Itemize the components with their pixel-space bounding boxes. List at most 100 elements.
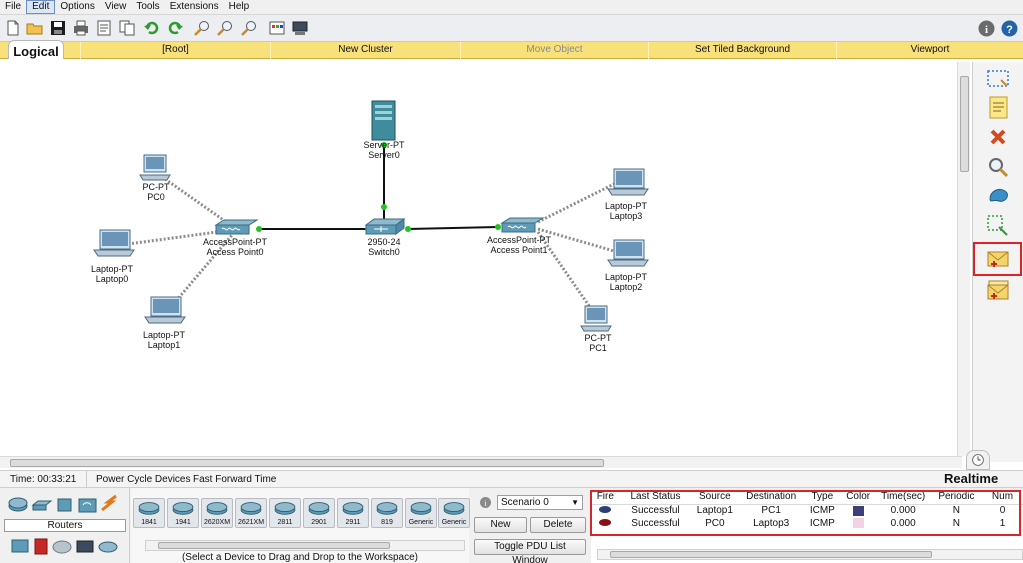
status-divider (86, 471, 87, 489)
device-list-scrollbar[interactable] (145, 540, 465, 551)
device-list-scroll-thumb[interactable] (158, 542, 390, 549)
hubs-category-icon[interactable] (57, 498, 72, 512)
multiuser-category-icon[interactable] (98, 541, 118, 553)
routers-category-icon[interactable] (8, 497, 28, 512)
vertical-scroll-thumb[interactable] (960, 76, 969, 172)
inspect-icon[interactable] (985, 154, 1011, 180)
device-category-icons[interactable] (0, 490, 130, 518)
pc0-label: PC-PT PC0 (142, 182, 170, 202)
zoom-in-icon[interactable] (193, 19, 211, 37)
laptop2-label: Laptop-PT Laptop2 (604, 272, 648, 292)
device-model-2621xm[interactable]: 2621XM (235, 498, 267, 528)
router-generic-icon (410, 502, 432, 515)
device-model-2620xm[interactable]: 2620XM (201, 498, 233, 528)
router-2620xm-icon (206, 502, 228, 515)
menu-options[interactable]: Options (55, 0, 99, 14)
device-category-label: Routers (4, 519, 126, 532)
laptop0-label: Laptop-PT Laptop0 (90, 264, 134, 284)
set-tiled-background-button[interactable]: Set Tiled Background (648, 42, 836, 59)
common-tools-bar (972, 62, 1023, 462)
draw-shape-icon[interactable] (985, 183, 1011, 209)
realtime-mode-label: Realtime (944, 471, 999, 486)
scenario-select[interactable]: Scenario 0 ▼ (497, 495, 583, 510)
toggle-pdu-list-button[interactable]: Toggle PDU List Window (474, 539, 586, 563)
laptop0-icon[interactable] (93, 229, 135, 257)
packet-tracer-window: File Edit Options View Tools Extensions … (0, 0, 1023, 563)
switches-category-icon[interactable] (31, 500, 53, 511)
laptop3-icon[interactable] (607, 168, 649, 196)
menu-help[interactable]: Help (224, 0, 255, 14)
device-model-generic-1[interactable]: Generic (405, 498, 437, 528)
pc0-icon[interactable] (139, 154, 171, 181)
device-model-2811[interactable]: 2811 (269, 498, 301, 528)
custom-device-icon[interactable] (291, 19, 309, 37)
wan-emulation-category-icon[interactable] (52, 540, 72, 554)
menu-view[interactable]: View (100, 0, 132, 14)
add-complex-pdu-icon[interactable] (985, 277, 1011, 303)
copy-icon[interactable] (118, 19, 136, 37)
device-subcategory-icons[interactable] (0, 536, 130, 558)
pdu-list-scroll-thumb[interactable] (610, 551, 932, 558)
add-simple-pdu-icon[interactable] (985, 246, 1011, 272)
root-button[interactable]: [Root] (80, 42, 270, 59)
device-model-generic-2[interactable]: Generic (438, 498, 470, 528)
device-hint: (Select a Device to Drag and Drop to the… (181, 552, 419, 563)
delete-scenario-button[interactable]: Delete (530, 517, 586, 533)
workspace-horizontal-scrollbar[interactable] (0, 456, 962, 468)
router-2901-icon (308, 502, 330, 515)
select-icon[interactable] (985, 66, 1011, 92)
zoom-out-icon[interactable] (240, 19, 258, 37)
pdu-list-scrollbar[interactable] (597, 549, 1023, 560)
new-scenario-button[interactable]: New (474, 517, 527, 533)
server0-icon[interactable] (371, 100, 396, 141)
undo-icon[interactable] (143, 19, 161, 37)
note-icon[interactable] (985, 94, 1011, 120)
custom-devices-category-icon[interactable] (76, 540, 94, 553)
viewport-button[interactable]: Viewport (836, 42, 1023, 59)
realtime-clock-icon[interactable] (966, 450, 990, 470)
fast-forward-time-button[interactable]: Fast Forward Time (193, 474, 276, 485)
scenario-info-icon[interactable]: i (479, 496, 492, 509)
device-model-1941[interactable]: 1941 (167, 498, 199, 528)
switch0-icon[interactable] (364, 218, 406, 235)
laptop2-icon[interactable] (607, 239, 649, 267)
pc1-icon[interactable] (580, 305, 612, 332)
delete-icon[interactable] (985, 124, 1011, 150)
laptop1-icon[interactable] (144, 296, 186, 324)
router-819-icon (376, 502, 398, 515)
redo-icon[interactable] (166, 19, 184, 37)
access-point1-icon[interactable] (500, 217, 545, 233)
palette-icon[interactable] (268, 19, 286, 37)
device-model-2911[interactable]: 2911 (337, 498, 369, 528)
pc1-label: PC-PT PC1 (584, 333, 612, 353)
menu-tools[interactable]: Tools (131, 0, 164, 14)
connections-category-icon[interactable] (101, 494, 117, 512)
print-icon[interactable] (72, 19, 90, 37)
new-file-icon[interactable] (4, 19, 22, 37)
menu-edit[interactable]: Edit (26, 0, 56, 14)
new-cluster-button[interactable]: New Cluster (270, 42, 460, 59)
main-toolbar: i ? (0, 15, 1023, 42)
end-devices-category-icon[interactable] (11, 539, 29, 553)
access-point0-icon[interactable] (214, 219, 259, 235)
device-model-2901[interactable]: 2901 (303, 498, 335, 528)
power-cycle-devices-button[interactable]: Power Cycle Devices (96, 474, 190, 485)
switch0-label: 2950-24 Switch0 (367, 237, 401, 257)
activity-wizard-icon[interactable] (95, 19, 113, 37)
router-2911-icon (342, 502, 364, 515)
resize-icon[interactable] (985, 213, 1011, 239)
horizontal-scroll-thumb[interactable] (10, 459, 604, 467)
open-folder-icon[interactable] (26, 19, 44, 37)
device-model-1841[interactable]: 1841 (133, 498, 165, 528)
help-icon[interactable]: ? (1000, 19, 1019, 38)
info-icon[interactable]: i (977, 19, 996, 38)
menu-extensions[interactable]: Extensions (165, 0, 224, 14)
save-icon[interactable] (49, 19, 67, 37)
workspace-vertical-scrollbar[interactable] (957, 62, 970, 456)
wireless-category-icon[interactable] (78, 498, 97, 513)
menu-file[interactable]: File (0, 0, 26, 14)
logical-workspace[interactable]: Server-PT Server0 PC-PT PC0 Laptop-PT Lapto… (0, 59, 963, 457)
security-category-icon[interactable] (34, 538, 48, 555)
device-model-819[interactable]: 819 (371, 498, 403, 528)
zoom-reset-icon[interactable] (216, 19, 234, 37)
